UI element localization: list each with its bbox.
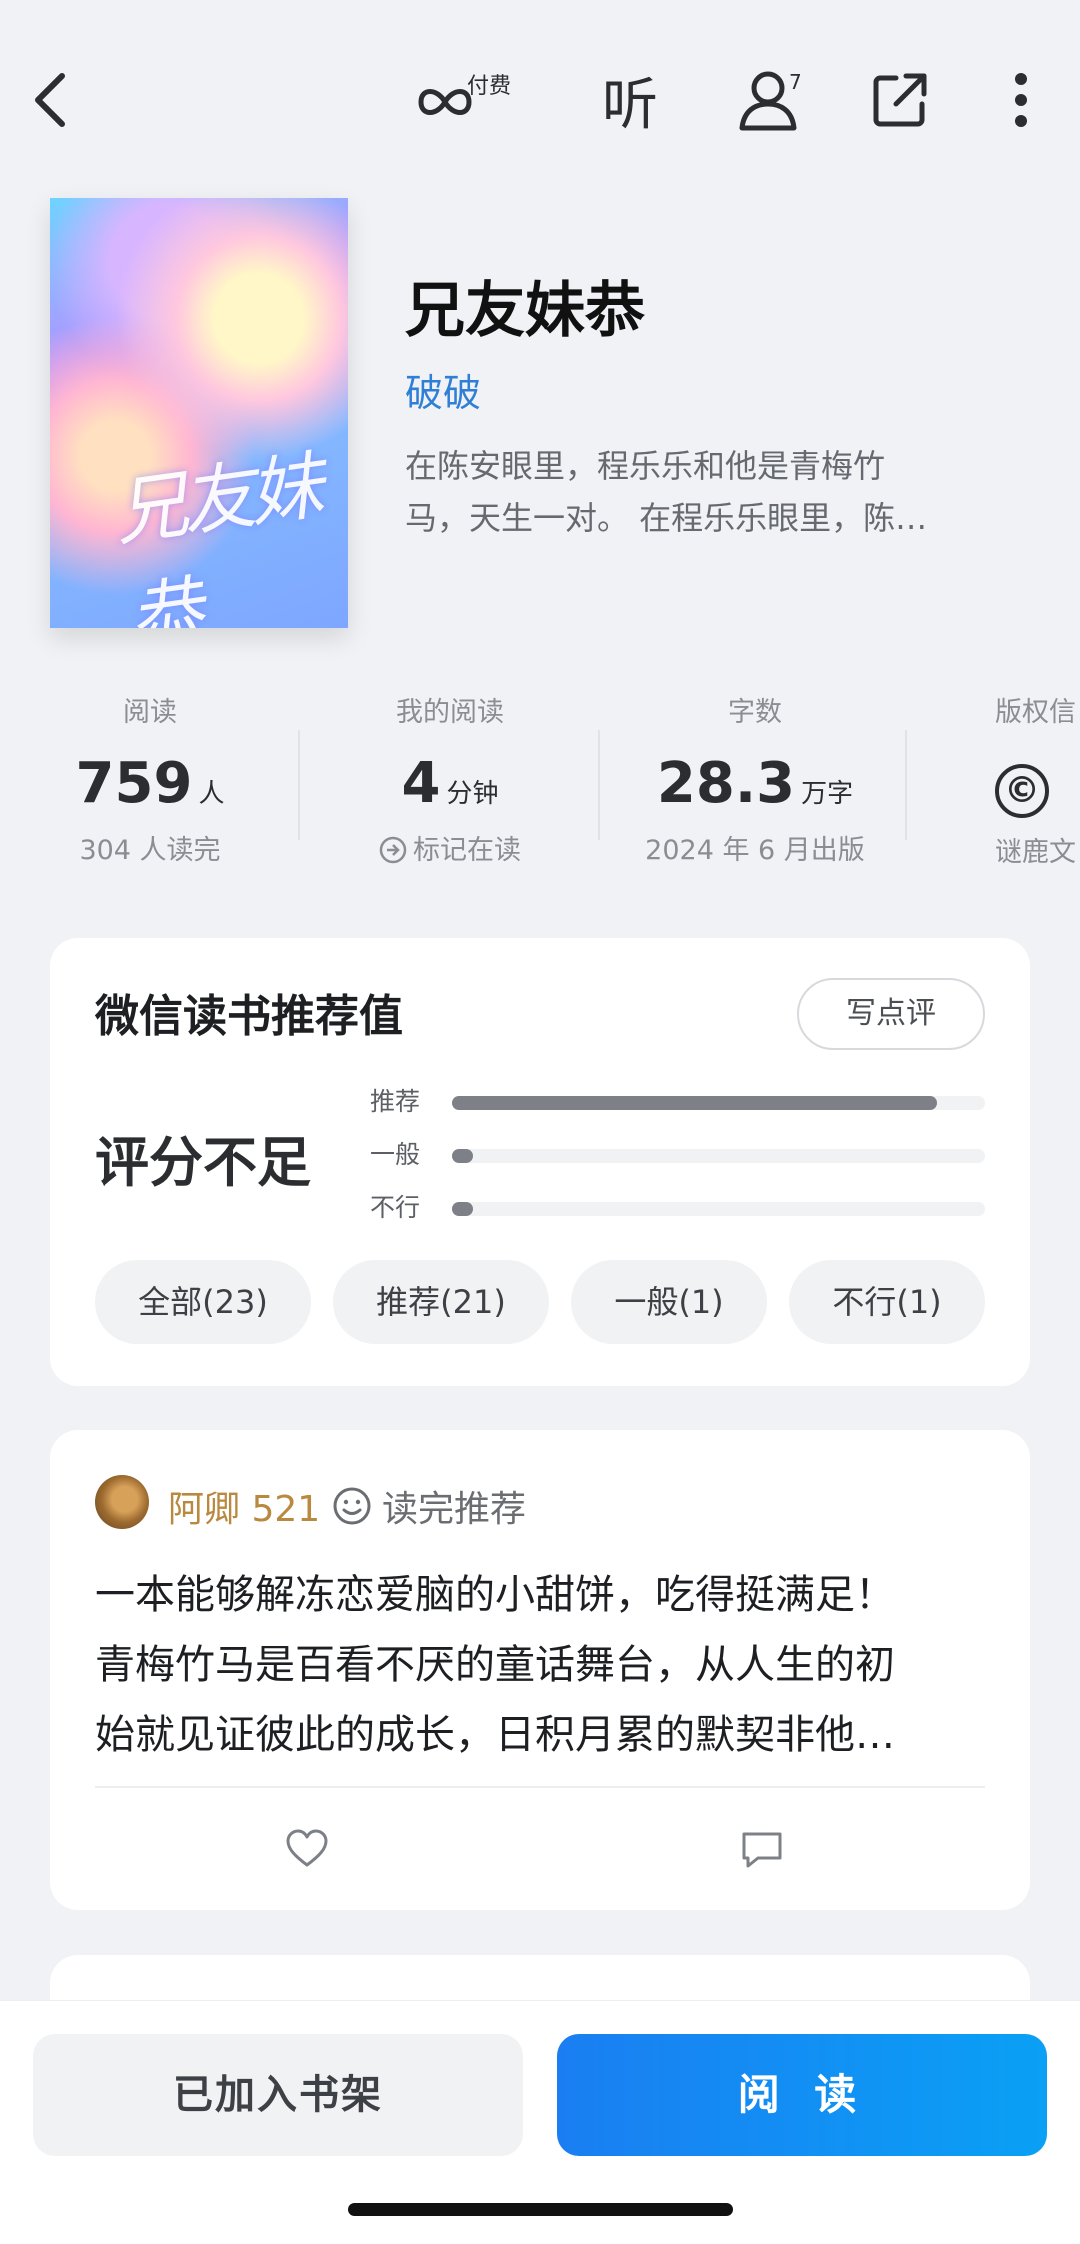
share-icon — [873, 73, 927, 127]
read-button[interactable]: 阅 读 — [557, 2034, 1047, 2156]
rating-bar-recommend: 推荐 — [370, 1082, 985, 1122]
review-line: 始就见证彼此的成长，日积月累的默契非他… — [95, 1712, 895, 1758]
rating-bar-track — [452, 1202, 985, 1216]
stats-row: 阅读 759 人 304 人读完 我的阅读 4 分钟 标记在读 字数 28.3 万字 … — [0, 690, 1080, 880]
description-line: 在陈安眼里，程乐乐和他是青梅竹 — [405, 447, 886, 485]
heart-icon — [286, 1829, 328, 1867]
recommendation-title: 微信读书推荐值 — [95, 991, 403, 1042]
stat-label: 我的阅读 — [396, 697, 504, 728]
book-description[interactable]: 在陈安眼里，程乐乐和他是青梅竹 马，天生一对。 在程乐乐眼里，陈… — [405, 440, 1005, 544]
stat-value: 4 分钟 — [401, 751, 499, 816]
rating-bar-fill — [452, 1202, 474, 1216]
more-vertical-icon — [1015, 73, 1027, 127]
stat-divider — [298, 730, 300, 840]
divider — [95, 1786, 985, 1788]
review-line: 青梅竹马是百看不厌的童话舞台，从人生的初 — [95, 1642, 895, 1688]
review-tag-label: 读完推荐 — [382, 1489, 527, 1530]
review-tag: 读完推荐 — [332, 1480, 526, 1532]
listen-button[interactable]: 听 — [590, 40, 670, 160]
stat-sub: 304 人读完 — [79, 835, 221, 866]
top-bar: 付费 听 7 — [0, 40, 1080, 160]
friends-reading-button[interactable]: 7 — [725, 40, 815, 160]
comment-icon — [742, 1832, 782, 1868]
description-line: 马，天生一对。 在程乐乐眼里，陈… — [405, 499, 928, 537]
stat-sub[interactable]: 标记在读 — [320, 828, 580, 867]
back-button[interactable] — [10, 40, 90, 160]
review-text[interactable]: 一本能够解冻恋爱脑的小甜饼，吃得挺满足！ 青梅竹马是百看不厌的童话舞台，从人生的… — [95, 1560, 990, 1770]
friends-count: 7 — [789, 70, 802, 94]
stat-label: 阅读 — [123, 697, 177, 728]
review-filters: 全部(23) 推荐(21) 一般(1) 不行(1) — [95, 1260, 985, 1344]
stat-label: 字数 — [728, 697, 782, 728]
rating-bar-bad: 不行 — [370, 1188, 985, 1228]
stat-readers[interactable]: 阅读 759 人 304 人读完 — [40, 690, 260, 880]
copyright-icon: © — [995, 751, 1080, 818]
rating-bar-fill — [452, 1149, 474, 1163]
stat-label: 版权信 — [995, 697, 1076, 728]
book-author[interactable]: 破破 — [405, 362, 481, 417]
reviewer-name[interactable]: 阿卿 521 — [168, 1480, 320, 1532]
stat-copyright[interactable]: 版权信 © 谜鹿文 — [980, 690, 1080, 880]
stat-my-reading[interactable]: 我的阅读 4 分钟 标记在读 — [320, 690, 580, 880]
review-card[interactable]: 阿卿 521 读完推荐 一本能够解冻恋爱脑的小甜饼，吃得挺满足！ 青梅竹马是百看… — [50, 1430, 1030, 1910]
book-title: 兄友妹恭 — [405, 276, 645, 346]
rating-bar-average: 一般 — [370, 1135, 985, 1175]
book-cover[interactable]: 兄友妹恭 — [50, 198, 348, 628]
avatar[interactable] — [95, 1475, 149, 1529]
stat-sub: 2024 年 6 月出版 — [645, 835, 865, 866]
added-to-shelf-button[interactable]: 已加入书架 — [33, 2034, 523, 2156]
cover-title: 兄友妹恭 — [108, 443, 323, 628]
rating-bar-label: 一般 — [370, 1140, 421, 1169]
pay-button[interactable]: 付费 — [415, 40, 525, 160]
stat-value: 759 人 — [75, 751, 225, 816]
share-button[interactable] — [860, 40, 940, 160]
filter-average[interactable]: 一般(1) — [571, 1260, 767, 1344]
review-line: 一本能够解冻恋爱脑的小甜饼，吃得挺满足！ — [95, 1572, 895, 1618]
stat-word-count[interactable]: 字数 28.3 万字 2024 年 6 月出版 — [620, 690, 890, 880]
rating-bar-track — [452, 1096, 985, 1110]
like-button[interactable] — [285, 1828, 329, 1872]
listen-label: 听 — [602, 72, 658, 138]
home-indicator[interactable] — [348, 2203, 733, 2216]
rating-bar-label: 不行 — [370, 1193, 421, 1222]
stat-sub: 谜鹿文 — [995, 837, 1076, 868]
smile-icon — [333, 1487, 371, 1525]
write-review-button[interactable]: 写点评 — [797, 978, 985, 1050]
stat-divider — [598, 730, 600, 840]
filter-bad[interactable]: 不行(1) — [789, 1260, 985, 1344]
chevron-left-icon — [35, 73, 65, 127]
rating-bar-fill — [452, 1096, 938, 1110]
stat-divider — [905, 730, 907, 840]
recommendation-card: 微信读书推荐值 写点评 评分不足 推荐 一般 不行 全部(23) 推荐(21) … — [50, 938, 1030, 1386]
comment-button[interactable] — [740, 1830, 784, 1874]
filter-all[interactable]: 全部(23) — [95, 1260, 311, 1344]
rating-bar-label: 推荐 — [370, 1087, 421, 1116]
pay-label: 付费 — [467, 74, 512, 99]
filter-recommend[interactable]: 推荐(21) — [333, 1260, 549, 1344]
more-button[interactable] — [1000, 40, 1042, 160]
score-text: 评分不足 — [95, 1131, 311, 1194]
arrow-circle-icon — [379, 836, 407, 864]
rating-bar-track — [452, 1149, 985, 1163]
infinity-icon — [418, 89, 472, 115]
stat-value: 28.3 万字 — [656, 751, 854, 816]
